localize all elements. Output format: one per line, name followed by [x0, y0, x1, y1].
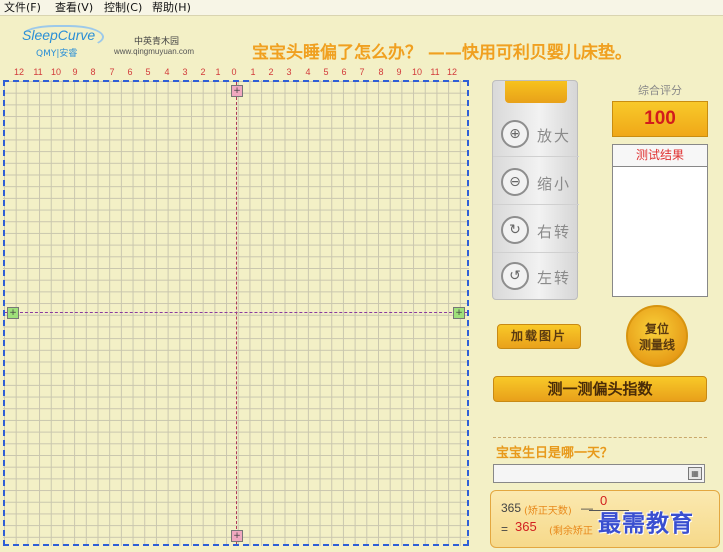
ruler-tick: 7 [359, 67, 365, 77]
score-label: 综合评分 [638, 84, 682, 97]
horizontal-measure-line[interactable] [5, 312, 467, 313]
result-header: 测试结果 [613, 145, 707, 167]
ruler-tick: 2 [200, 67, 206, 77]
ruler-tick: 11 [33, 67, 43, 77]
ruler-tick: 1 [215, 67, 221, 77]
zoom-out-icon: ⊖ [501, 168, 529, 196]
menu-view[interactable]: 查看(V) [55, 0, 93, 15]
ruler-tick: 0 [231, 67, 237, 77]
page-title: 宝宝头睡偏了怎么办？ ——快用可利贝婴儿床垫。 [252, 43, 632, 63]
ruler-tick: 1 [250, 67, 256, 77]
ruler-tick: 7 [109, 67, 115, 77]
reset-line-1: 复位 [644, 322, 669, 336]
menu-bar: 文件(F) 查看(V) 控制(C) 帮助(H) [0, 0, 723, 16]
birthday-date-input[interactable]: ▦ [493, 464, 705, 483]
menu-help[interactable]: 帮助(H) [152, 0, 191, 15]
reset-measure-line-button[interactable]: 复位 测量线 [626, 305, 688, 367]
partner-url: www.qingmuyuan.com [114, 47, 195, 56]
zoom-out-label: 缩小 [537, 175, 572, 193]
rotate-left-icon: ↺ [501, 262, 529, 290]
measurement-grid[interactable]: + + + + [3, 80, 469, 546]
calendar-icon[interactable]: ▦ [688, 467, 702, 480]
ruler-tick: 5 [323, 67, 329, 77]
zoom-out-button[interactable]: ⊖ 缩小 [493, 159, 579, 205]
ruler-tick: 8 [90, 67, 96, 77]
ruler: 12 11 10 9 8 7 6 5 4 3 2 1 0 1 2 3 4 5 6… [0, 67, 470, 80]
calc-minus: — [581, 501, 593, 515]
zoom-in-button[interactable]: ⊕ 放大 [493, 111, 579, 157]
rotate-left-button[interactable]: ↺ 左转 [493, 253, 579, 299]
score-value: 100 [612, 101, 708, 137]
ruler-tick: 6 [127, 67, 133, 77]
logo-subtitle: QMY|安睿 [36, 49, 78, 59]
reset-line-2: 测量线 [638, 338, 675, 352]
menu-file[interactable]: 文件(F) [4, 0, 41, 15]
watermark: 最需教育 [598, 510, 694, 537]
ruler-tick: 11 [430, 67, 440, 77]
zoom-in-label: 放大 [537, 127, 572, 145]
vertical-measure-line[interactable] [236, 82, 237, 544]
logo: SleepCurve [22, 27, 96, 43]
left-drag-handle[interactable]: + [7, 307, 19, 319]
divider [493, 437, 707, 438]
top-drag-handle[interactable]: + [231, 85, 243, 97]
tool-panel-cap [505, 81, 567, 103]
ruler-tick: 3 [286, 67, 292, 77]
rotate-left-label: 左转 [537, 269, 572, 287]
right-drag-handle[interactable]: + [453, 307, 465, 319]
ruler-tick: 9 [72, 67, 78, 77]
ruler-tick: 8 [378, 67, 384, 77]
calc-total: 365 [501, 501, 522, 515]
ruler-tick: 10 [411, 67, 423, 77]
menu-control[interactable]: 控制(C) [104, 0, 142, 15]
ruler-tick: 4 [164, 67, 170, 77]
bottom-drag-handle[interactable]: + [231, 530, 243, 542]
rotate-right-icon: ↻ [501, 216, 529, 244]
ruler-tick: 10 [50, 67, 62, 77]
birthday-label: 宝宝生日是哪一天？ [496, 446, 614, 461]
ruler-tick: 5 [145, 67, 151, 77]
calc-equals: = [501, 522, 509, 536]
calc-corrected-label: (矫正天数) [524, 506, 572, 517]
ruler-tick: 4 [305, 67, 311, 77]
ruler-tick: 6 [341, 67, 347, 77]
ruler-tick: 2 [268, 67, 274, 77]
partner-name: 中英青木园 [134, 37, 180, 47]
ruler-tick: 9 [396, 67, 402, 77]
zoom-in-icon: ⊕ [501, 120, 529, 148]
tool-panel: ⊕ 放大 ⊖ 缩小 ↻ 右转 ↺ 左转 [492, 80, 579, 300]
load-image-button[interactable]: 加载图片 [497, 324, 581, 349]
rotate-right-label: 右转 [537, 223, 572, 241]
ruler-tick: 3 [182, 67, 188, 77]
calc-remaining: 365 [515, 519, 537, 534]
ruler-tick: 12 [446, 67, 458, 77]
measure-head-index-button[interactable]: 测一测偏头指数 [493, 376, 707, 402]
ruler-tick: 12 [13, 67, 25, 77]
result-panel: 测试结果 [612, 144, 708, 297]
calc-remaining-label: (剩余矫正 [549, 526, 593, 537]
rotate-right-button[interactable]: ↻ 右转 [493, 207, 579, 253]
